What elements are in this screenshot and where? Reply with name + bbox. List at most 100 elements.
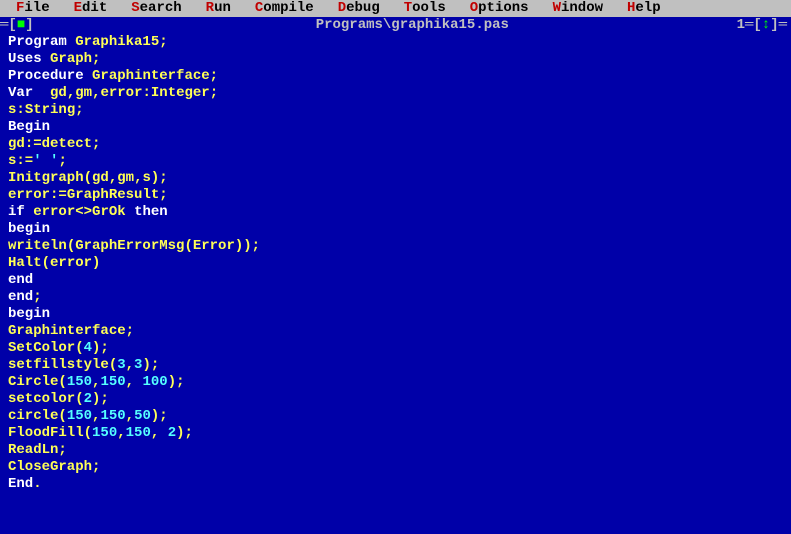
token-punc: := xyxy=(25,136,42,152)
code-line: Halt(error) xyxy=(8,255,783,272)
token-kw: end xyxy=(8,272,33,288)
code-line: begin xyxy=(8,221,783,238)
token-punc: ( xyxy=(75,340,83,356)
code-line: Var gd,gm,error:Integer; xyxy=(8,85,783,102)
token-id: GraphErrorMsg xyxy=(75,238,184,254)
menu-edit[interactable]: Edit xyxy=(62,0,120,17)
token-punc: ); xyxy=(176,425,193,441)
token-punc: ; xyxy=(58,153,66,169)
token-punc: ; xyxy=(210,85,218,101)
menu-tools[interactable]: Tools xyxy=(392,0,458,17)
token-punc: ; xyxy=(210,68,218,84)
code-line: s:=' '; xyxy=(8,153,783,170)
token-num: 4 xyxy=(84,340,92,356)
token-id: FloodFill xyxy=(8,425,84,441)
menu-label-rest: ile xyxy=(24,0,49,16)
code-line: Graphinterface; xyxy=(8,323,783,340)
token-num: 150 xyxy=(67,374,92,390)
menu-options[interactable]: Options xyxy=(458,0,541,17)
menu-run[interactable]: Run xyxy=(194,0,243,17)
window-title: Programs\graphika15.pas xyxy=(34,17,791,34)
token-kw: end xyxy=(8,289,33,305)
token-id: Graphika15 xyxy=(75,34,159,50)
token-punc: ( xyxy=(75,391,83,407)
token-punc: ; xyxy=(92,136,100,152)
token-punc xyxy=(42,51,50,67)
maximize-icon[interactable]: ↕ xyxy=(762,17,770,33)
code-line: end xyxy=(8,272,783,289)
token-kw: begin xyxy=(8,306,50,322)
menu-label-rest: ebug xyxy=(346,0,380,16)
token-id: setcolor xyxy=(8,391,75,407)
token-punc xyxy=(84,68,92,84)
token-punc xyxy=(67,34,75,50)
menu-label-rest: indow xyxy=(561,0,603,16)
token-punc: , xyxy=(109,170,117,186)
token-punc: ( xyxy=(58,408,66,424)
token-punc xyxy=(33,85,50,101)
token-str: ' ' xyxy=(33,153,58,169)
menu-hotkey: R xyxy=(206,0,214,16)
token-id: String xyxy=(25,102,75,118)
token-id: Graph xyxy=(50,51,92,67)
code-line: writeln(GraphErrorMsg(Error)); xyxy=(8,238,783,255)
token-punc: ( xyxy=(109,357,117,373)
token-punc: ) xyxy=(92,255,100,271)
token-kw: if xyxy=(8,204,25,220)
code-editor[interactable]: Program Graphika15;Uses Graph;Procedure … xyxy=(0,34,791,493)
code-line: Procedure Graphinterface; xyxy=(8,68,783,85)
menu-hotkey: D xyxy=(338,0,346,16)
token-punc: ( xyxy=(184,238,192,254)
token-id: CloseGraph xyxy=(8,459,92,475)
code-line: gd:=detect; xyxy=(8,136,783,153)
menu-label-rest: earch xyxy=(140,0,182,16)
menu-label-rest: dit xyxy=(82,0,107,16)
token-num: 50 xyxy=(134,408,151,424)
token-id: Error xyxy=(193,238,235,254)
token-id: gm xyxy=(117,170,134,186)
code-line: SetColor(4); xyxy=(8,340,783,357)
code-line: Program Graphika15; xyxy=(8,34,783,51)
token-id: Initgraph xyxy=(8,170,84,186)
menu-file[interactable]: File xyxy=(4,0,62,17)
token-punc: , xyxy=(126,374,143,390)
menu-hotkey: E xyxy=(74,0,82,16)
menu-debug[interactable]: Debug xyxy=(326,0,392,17)
token-num: 150 xyxy=(126,425,151,441)
menu-compile[interactable]: Compile xyxy=(243,0,326,17)
menu-window[interactable]: Window xyxy=(541,0,615,17)
token-punc: ); xyxy=(151,170,168,186)
token-punc: , xyxy=(126,357,134,373)
token-punc: := xyxy=(50,187,67,203)
token-id: SetColor xyxy=(8,340,75,356)
code-line: ReadLn; xyxy=(8,442,783,459)
token-id: gd xyxy=(92,170,109,186)
token-kw: End xyxy=(8,476,33,492)
code-line: begin xyxy=(8,306,783,323)
token-num: 150 xyxy=(100,408,125,424)
menu-help[interactable]: Help xyxy=(615,0,673,17)
code-line: Uses Graph; xyxy=(8,51,783,68)
token-punc: , xyxy=(67,85,75,101)
code-line: if error<>GrOk then xyxy=(8,204,783,221)
token-id: GrOk xyxy=(92,204,126,220)
token-punc: ; xyxy=(126,323,134,339)
token-num: 2 xyxy=(168,425,176,441)
close-icon[interactable]: ■ xyxy=(17,17,25,33)
token-id: Circle xyxy=(8,374,58,390)
token-punc: ( xyxy=(58,374,66,390)
token-num: 100 xyxy=(142,374,167,390)
token-num: 150 xyxy=(67,408,92,424)
titlebar-right: 1═[↕]═ xyxy=(737,17,787,34)
token-punc: ( xyxy=(84,425,92,441)
token-id: Halt xyxy=(8,255,42,271)
menu-label-rest: elp xyxy=(635,0,660,16)
token-num: 150 xyxy=(92,425,117,441)
token-punc: := xyxy=(16,153,33,169)
window-titlebar: ═[■] Programs\graphika15.pas 1═[↕]═ xyxy=(0,17,791,34)
token-id: GraphResult xyxy=(67,187,159,203)
token-punc: . xyxy=(33,476,41,492)
code-line: end; xyxy=(8,289,783,306)
menu-search[interactable]: Search xyxy=(119,0,193,17)
token-punc: ; xyxy=(92,51,100,67)
